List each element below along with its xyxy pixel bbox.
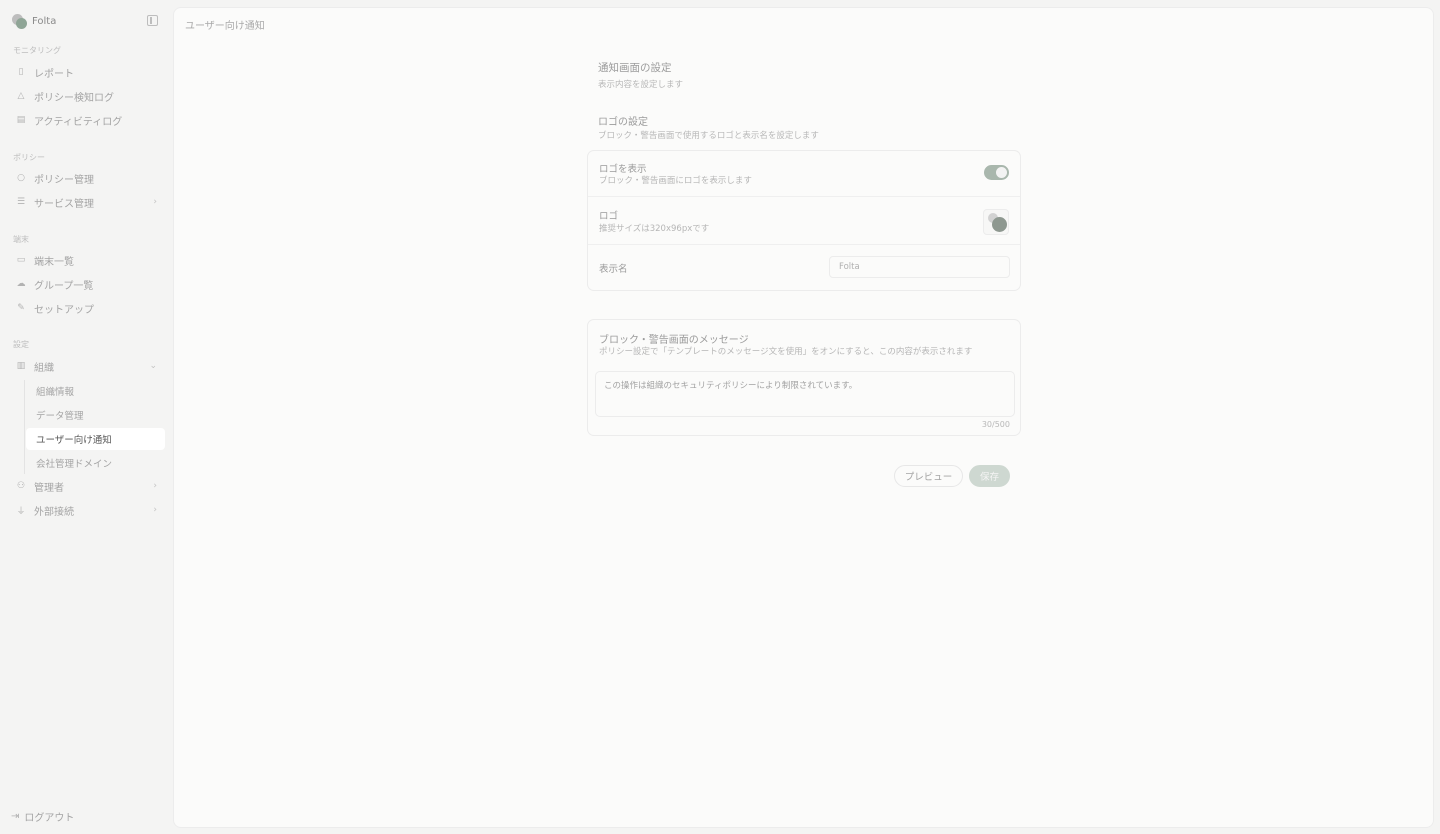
sidebar-subitem-user-notification[interactable]: ユーザー向け通知 (26, 428, 165, 450)
display-name-row: 表示名 (588, 245, 1020, 291)
logout-button[interactable]: ⇥ ログアウト (11, 809, 74, 824)
sidebar-item-label: ポリシー検知ログ (34, 92, 114, 104)
logo-title: ロゴ (599, 211, 619, 222)
show-logo-description: ブロック・警告画面にロゴを表示します (599, 176, 752, 186)
message-settings-card: ブロック・警告画面のメッセージ ポリシー設定で「テンプレートのメッセージ文を使用… (587, 319, 1021, 436)
brand[interactable]: Folta (12, 12, 56, 30)
toggle-knob (996, 167, 1007, 178)
breadcrumb: ユーザー向け通知 (185, 21, 265, 32)
main-panel: ユーザー向け通知 通知画面の設定 表示内容を設定します ロゴの設定 ブロック・警… (173, 7, 1434, 828)
display-name-label: 表示名 (599, 264, 628, 275)
sidebar-item-label: 端末一覧 (34, 256, 74, 268)
clipboard-icon: ▤ (16, 115, 26, 125)
logo-settings-card: ロゴを表示 ブロック・警告画面にロゴを表示します ロゴ 推奨サイズは320x96… (587, 150, 1021, 291)
sidebar-item-device-list[interactable]: ▭ 端末一覧 (8, 249, 165, 271)
display-name-input[interactable] (829, 256, 1010, 278)
wrench-icon: ✎ (17, 303, 25, 313)
sidebar-item-reports[interactable]: ▯ レポート (8, 61, 165, 83)
chevron-down-icon: ⌄ (149, 361, 157, 371)
logo-section-description: ブロック・警告画面で使用するロゴと表示名を設定します (598, 131, 819, 141)
building-icon: ▥ (16, 361, 26, 371)
plug-icon: ⏚ (16, 506, 26, 517)
sidebar-item-label: 組織 (34, 362, 54, 374)
sidebar-item-label: ポリシー管理 (34, 174, 94, 186)
logo-description: 推奨サイズは320x96pxです (599, 224, 710, 234)
sidebar-subitem-data-management[interactable]: データ管理 (26, 404, 165, 426)
sidebar-item-activity-logs[interactable]: ▤ アクティビティログ (8, 109, 165, 131)
character-counter: 30/500 (981, 420, 1010, 429)
chevron-right-icon: › (153, 197, 157, 207)
brand-name: Folta (32, 15, 57, 27)
sidebar-item-label: サービス管理 (34, 198, 94, 210)
sidebar-item-label: セットアップ (34, 304, 94, 316)
folta-logo-icon (12, 13, 27, 29)
message-textarea[interactable]: この操作は組織のセキュリティポリシーにより制限されています。 (595, 371, 1015, 417)
preview-button[interactable]: プレビュー (894, 465, 963, 487)
group-icon: ☁ (16, 279, 26, 289)
sidebar-item-policy-management[interactable]: ○ ポリシー管理 (8, 167, 165, 189)
logo-row: ロゴ 推奨サイズは320x96pxです (588, 197, 1020, 245)
chevron-right-icon: › (153, 505, 157, 515)
sidebar-item-service-management[interactable]: ☰ サービス管理 › (8, 191, 165, 213)
section-label-policy: ポリシー (13, 153, 45, 162)
section-label-devices: 端末 (13, 235, 29, 244)
show-logo-row: ロゴを表示 ブロック・警告画面にロゴを表示します (588, 151, 1020, 197)
sidebar-toggle-icon[interactable] (147, 15, 158, 26)
warning-icon: △ (17, 91, 25, 101)
logout-icon: ⇥ (11, 811, 20, 822)
show-logo-title: ロゴを表示 (599, 164, 647, 175)
monitor-icon: ▭ (16, 255, 26, 265)
logo-section-title: ロゴの設定 (598, 117, 648, 128)
sidebar-item-label: アクティビティログ (34, 116, 123, 128)
sidebar-item-policy-logs[interactable]: △ ポリシー検知ログ (8, 85, 165, 107)
circle-icon: ○ (17, 173, 25, 183)
section-label-monitoring: モニタリング (13, 46, 61, 55)
sidebar-item-label: グループ一覧 (34, 280, 94, 292)
page-subtitle: 表示内容を設定します (598, 80, 684, 90)
sidebar-subitem-org-info[interactable]: 組織情報 (26, 380, 165, 402)
sidebar-item-organization[interactable]: ▥ 組織 ⌄ (8, 355, 165, 377)
sidebar: Folta モニタリング ▯ レポート △ ポリシー検知ログ ▤ アクティビティ… (0, 0, 172, 834)
sidebar-subitem-company-domains[interactable]: 会社管理ドメイン (26, 452, 165, 474)
submenu-guide-line (24, 380, 25, 474)
logo-upload-thumbnail[interactable] (983, 209, 1009, 235)
sidebar-item-label: レポート (34, 68, 74, 80)
sidebar-item-label: 管理者 (34, 482, 64, 494)
show-logo-toggle[interactable] (984, 165, 1009, 180)
sidebar-item-external-connections[interactable]: ⏚ 外部接続 › (8, 499, 165, 521)
logout-label: ログアウト (24, 813, 75, 824)
message-section-description: ポリシー設定で「テンプレートのメッセージ文を使用」をオンにすると、この内容が表示… (599, 347, 973, 357)
chevron-right-icon: › (153, 481, 157, 491)
sidebar-item-group-list[interactable]: ☁ グループ一覧 (8, 273, 165, 295)
section-label-settings: 設定 (13, 340, 29, 349)
server-icon: ☰ (16, 197, 26, 207)
document-icon: ▯ (18, 67, 24, 77)
sidebar-item-label: 外部接続 (34, 506, 74, 518)
users-icon: ⚇ (16, 481, 26, 491)
sidebar-item-administrators[interactable]: ⚇ 管理者 › (8, 475, 165, 497)
sidebar-item-setup[interactable]: ✎ セットアップ (8, 297, 165, 319)
message-section-title: ブロック・警告画面のメッセージ (599, 335, 749, 346)
page-title: 通知画面の設定 (598, 62, 672, 74)
save-button[interactable]: 保存 (969, 465, 1010, 487)
